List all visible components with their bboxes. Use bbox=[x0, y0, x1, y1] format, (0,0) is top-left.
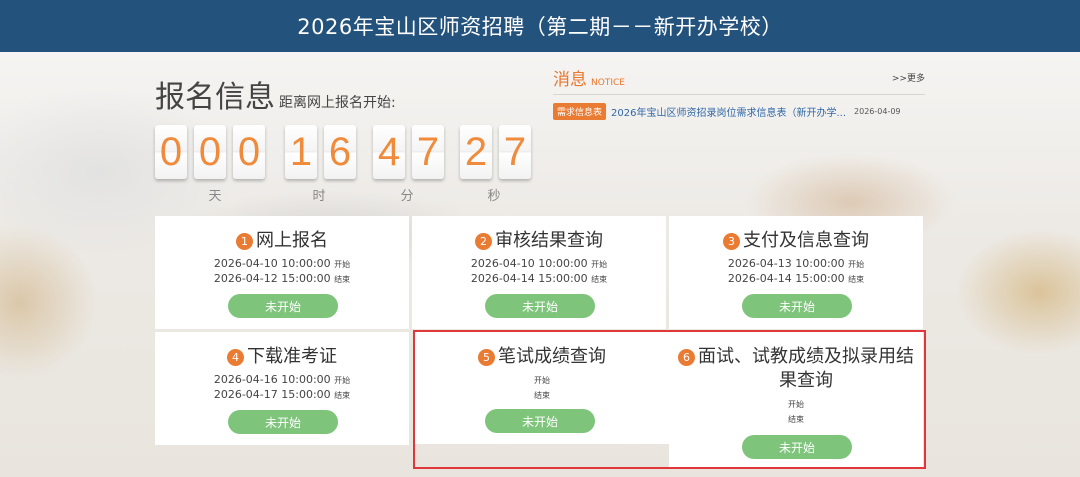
step-status-button[interactable]: 未开始 bbox=[485, 409, 595, 433]
step-status-button[interactable]: 未开始 bbox=[228, 410, 338, 434]
notice-panel: 消息 NOTICE >>更多 需求信息表 2026年宝山区师资招录岗位需求信息表… bbox=[553, 65, 925, 120]
step-title-text: 笔试成绩查询 bbox=[498, 346, 606, 367]
step-title: 4 下载准考证 bbox=[155, 345, 409, 369]
step-card-admission-ticket: 4 下载准考证 2026-04-16 10:00:00 开始 2026-04-1… bbox=[155, 332, 409, 445]
step-number-badge: 1 bbox=[236, 233, 253, 250]
step-end-time: 2026-04-12 15:00:00 bbox=[213, 272, 331, 285]
step-end-label: 结束 bbox=[534, 391, 550, 400]
step-end-time: 2026-04-14 15:00:00 bbox=[727, 272, 845, 285]
step-end-time: 2026-04-14 15:00:00 bbox=[470, 272, 588, 285]
step-start-time: 2026-04-16 10:00:00 bbox=[213, 373, 331, 386]
step-card-interview-result: 6 面试、试教成绩及拟录用结 果查询 开始 结束 未开始 bbox=[669, 332, 923, 467]
step-start-label: 开始 bbox=[334, 260, 351, 269]
step-end-label: 结束 bbox=[334, 391, 351, 400]
step-title: 3 支付及信息查询 bbox=[669, 229, 923, 253]
step-number-badge: 6 bbox=[678, 349, 695, 366]
step-title-line-1: 面试、试教成绩及拟录用结 bbox=[698, 346, 914, 367]
step-start-time: 2026-04-13 10:00:00 bbox=[727, 257, 845, 270]
countdown-caption: 距离网上报名开始: bbox=[279, 95, 396, 111]
step-number-badge: 5 bbox=[478, 349, 495, 366]
step-end-label: 结束 bbox=[591, 275, 608, 284]
step-status-button[interactable]: 未开始 bbox=[742, 435, 852, 459]
step-dates: 开始 结束 bbox=[669, 397, 923, 427]
step-start-label: 开始 bbox=[334, 376, 351, 385]
step-number-badge: 2 bbox=[475, 233, 492, 250]
countdown-digit-minutes-1: 4 bbox=[373, 125, 405, 179]
step-start-label: 开始 bbox=[848, 260, 865, 269]
countdown-unit-minutes: 分 bbox=[400, 189, 414, 204]
countdown-digit-hours-2: 6 bbox=[324, 125, 356, 179]
step-start-time: 2026-04-10 10:00:00 bbox=[470, 257, 588, 270]
step-dates: 2026-04-10 10:00:00 开始 2026-04-12 15:00:… bbox=[155, 257, 409, 287]
registration-heading: 报名信息 距离网上报名开始: bbox=[155, 72, 396, 116]
step-title-text: 下载准考证 bbox=[247, 346, 337, 367]
countdown-digit-minutes-2: 7 bbox=[412, 125, 444, 179]
step-title-text: 审核结果查询 bbox=[495, 230, 603, 251]
step-title-text: 面试、试教成绩及拟录用结 果查询 bbox=[698, 345, 914, 393]
countdown-digit-days-1: 0 bbox=[155, 125, 187, 179]
step-end-time: 2026-04-17 15:00:00 bbox=[213, 388, 331, 401]
step-end-label: 结束 bbox=[334, 275, 351, 284]
page-header: 2026年宝山区师资招聘（第二期－－新开办学校） bbox=[0, 0, 1080, 52]
countdown-digit-seconds-2: 7 bbox=[499, 125, 531, 179]
step-number-badge: 4 bbox=[227, 349, 244, 366]
countdown-digit-seconds-1: 2 bbox=[460, 125, 492, 179]
step-dates: 2026-04-16 10:00:00 开始 2026-04-17 15:00:… bbox=[155, 373, 409, 403]
notice-link[interactable]: 2026年宝山区师资招录岗位需求信息表（新开办学... bbox=[611, 104, 846, 119]
step-status-button[interactable]: 未开始 bbox=[228, 294, 338, 318]
step-card-written-exam-score: 5 笔试成绩查询 开始 结束 未开始 bbox=[415, 332, 669, 444]
step-title: 6 面试、试教成绩及拟录用结 果查询 bbox=[669, 345, 923, 393]
step-card-review-result: 2 审核结果查询 2026-04-10 10:00:00 开始 2026-04-… bbox=[412, 216, 666, 329]
step-dates: 2026-04-13 10:00:00 开始 2026-04-14 15:00:… bbox=[669, 257, 923, 287]
notice-tag: 需求信息表 bbox=[553, 103, 607, 120]
countdown-unit-seconds: 秒 bbox=[487, 189, 501, 204]
step-title-text: 支付及信息查询 bbox=[743, 230, 869, 251]
notice-more-link[interactable]: >>更多 bbox=[892, 71, 925, 84]
notice-date: 2026-04-09 bbox=[854, 107, 901, 116]
step-dates: 2026-04-10 10:00:00 开始 2026-04-14 15:00:… bbox=[412, 257, 666, 287]
registration-title: 报名信息 bbox=[155, 80, 275, 115]
step-title: 1 网上报名 bbox=[155, 229, 409, 253]
step-card-online-registration: 1 网上报名 2026-04-10 10:00:00 开始 2026-04-12… bbox=[155, 216, 409, 329]
step-status-button[interactable]: 未开始 bbox=[485, 294, 595, 318]
step-title: 2 审核结果查询 bbox=[412, 229, 666, 253]
countdown-unit-days: 天 bbox=[208, 189, 222, 204]
step-start-label: 开始 bbox=[591, 260, 608, 269]
step-start-time: 2026-04-10 10:00:00 bbox=[213, 257, 331, 270]
countdown-unit-hours: 时 bbox=[312, 189, 326, 204]
step-dates: 开始 结束 bbox=[415, 373, 669, 403]
step-title-line-2: 果查询 bbox=[779, 370, 833, 391]
countdown-digit-days-2: 0 bbox=[194, 125, 226, 179]
countdown-digit-days-3: 0 bbox=[233, 125, 265, 179]
step-start-label: 开始 bbox=[788, 400, 804, 409]
step-number-badge: 3 bbox=[723, 233, 740, 250]
notice-title: 消息 bbox=[553, 70, 587, 90]
step-card-payment: 3 支付及信息查询 2026-04-13 10:00:00 开始 2026-04… bbox=[669, 216, 923, 329]
step-end-label: 结束 bbox=[848, 275, 865, 284]
notice-title-en: NOTICE bbox=[591, 78, 625, 88]
step-status-button[interactable]: 未开始 bbox=[742, 294, 852, 318]
step-end-label: 结束 bbox=[788, 415, 804, 424]
notice-header: 消息 NOTICE >>更多 bbox=[553, 65, 925, 95]
countdown-digit-hours-1: 1 bbox=[285, 125, 317, 179]
page-title: 2026年宝山区师资招聘（第二期－－新开办学校） bbox=[297, 15, 783, 39]
step-title: 5 笔试成绩查询 bbox=[415, 345, 669, 369]
step-start-label: 开始 bbox=[534, 376, 550, 385]
notice-item[interactable]: 需求信息表 2026年宝山区师资招录岗位需求信息表（新开办学... 2026-0… bbox=[553, 103, 925, 120]
step-title-text: 网上报名 bbox=[256, 230, 328, 251]
